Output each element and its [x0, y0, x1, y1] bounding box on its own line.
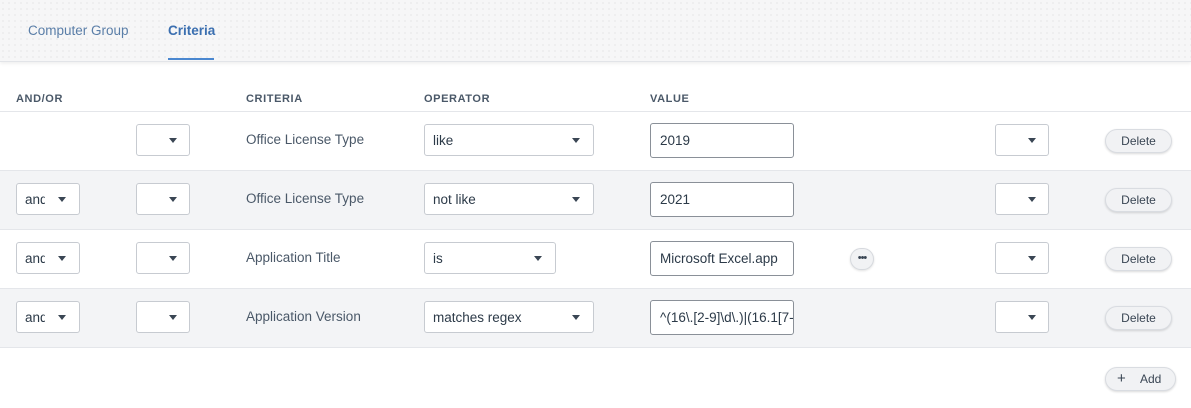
delete-button[interactable]: Delete: [1105, 306, 1172, 330]
criteria-name: Application Title: [246, 250, 341, 265]
close-paren-select[interactable]: [995, 124, 1049, 156]
value-input[interactable]: 2019: [650, 123, 794, 158]
chevron-down-icon: [58, 315, 66, 320]
operator-select[interactable]: not like: [424, 183, 594, 215]
tab-criteria[interactable]: Criteria: [168, 22, 215, 40]
delete-button[interactable]: Delete: [1105, 188, 1172, 212]
operator-value: like: [433, 133, 454, 148]
chevron-down-icon: [58, 256, 66, 261]
table-row: and Application Title is Microsoft Excel…: [0, 230, 1191, 289]
chevron-down-icon: [1028, 256, 1036, 261]
value-text: 2021: [660, 192, 691, 207]
table-row: Office License Type like 2019 Delete: [0, 112, 1191, 171]
andor-value: and: [25, 251, 45, 266]
criteria-name: Office License Type: [246, 191, 365, 206]
value-text: ^(16\.[2-9]\d\.)|(16.1[7-9]: [660, 310, 794, 325]
andor-select[interactable]: and: [16, 301, 80, 333]
ellipsis-icon: •••: [857, 252, 868, 264]
value-input[interactable]: ^(16\.[2-9]\d\.)|(16.1[7-9]: [650, 300, 794, 335]
chevron-down-icon: [169, 315, 177, 320]
open-paren-select[interactable]: [136, 124, 190, 156]
chevron-down-icon: [169, 197, 177, 202]
delete-button[interactable]: Delete: [1105, 247, 1172, 271]
more-options-button[interactable]: •••: [850, 248, 874, 270]
column-header-andor: AND/OR: [16, 93, 63, 105]
open-paren-select[interactable]: [136, 301, 190, 333]
criteria-name: Application Version: [246, 309, 361, 324]
operator-select[interactable]: matches regex: [424, 301, 594, 333]
chevron-down-icon: [1028, 138, 1036, 143]
table-header: AND/OR CRITERIA OPERATOR VALUE: [0, 62, 1191, 112]
chevron-down-icon: [534, 256, 542, 261]
open-paren-select[interactable]: [136, 242, 190, 274]
chevron-down-icon: [1028, 315, 1036, 320]
andor-select[interactable]: and: [16, 183, 80, 215]
value-input[interactable]: 2021: [650, 182, 794, 217]
active-tab-indicator: [168, 58, 214, 60]
close-paren-select[interactable]: [995, 183, 1049, 215]
andor-value: and: [25, 310, 45, 325]
tab-computer-group[interactable]: Computer Group: [28, 22, 129, 40]
operator-value: matches regex: [433, 310, 522, 325]
value-text: Microsoft Excel.app: [660, 251, 778, 266]
operator-select[interactable]: is: [424, 242, 556, 274]
chevron-down-icon: [572, 197, 580, 202]
column-header-operator: OPERATOR: [424, 93, 491, 105]
open-paren-select[interactable]: [136, 183, 190, 215]
andor-select[interactable]: and: [16, 242, 80, 274]
column-header-criteria: CRITERIA: [246, 93, 303, 105]
criteria-name: Office License Type: [246, 132, 365, 147]
add-button[interactable]: + Add: [1105, 367, 1176, 391]
delete-button[interactable]: Delete: [1105, 129, 1172, 153]
chevron-down-icon: [572, 138, 580, 143]
chevron-down-icon: [58, 197, 66, 202]
column-header-value: VALUE: [650, 93, 690, 105]
operator-value: not like: [433, 192, 476, 207]
plus-icon: +: [1117, 370, 1126, 387]
table-row: and Office License Type not like 2021 De…: [0, 171, 1191, 230]
chevron-down-icon: [169, 138, 177, 143]
chevron-down-icon: [169, 256, 177, 261]
tab-bar: Computer Group Criteria: [0, 0, 1191, 62]
operator-select[interactable]: like: [424, 124, 594, 156]
operator-value: is: [433, 251, 443, 266]
value-text: 2019: [660, 133, 691, 148]
close-paren-select[interactable]: [995, 301, 1049, 333]
table-row: and Application Version matches regex ^(…: [0, 289, 1191, 348]
chevron-down-icon: [572, 315, 580, 320]
chevron-down-icon: [1028, 197, 1036, 202]
value-input[interactable]: Microsoft Excel.app: [650, 241, 794, 276]
andor-value: and: [25, 192, 45, 207]
add-button-label: Add: [1140, 372, 1162, 386]
close-paren-select[interactable]: [995, 242, 1049, 274]
